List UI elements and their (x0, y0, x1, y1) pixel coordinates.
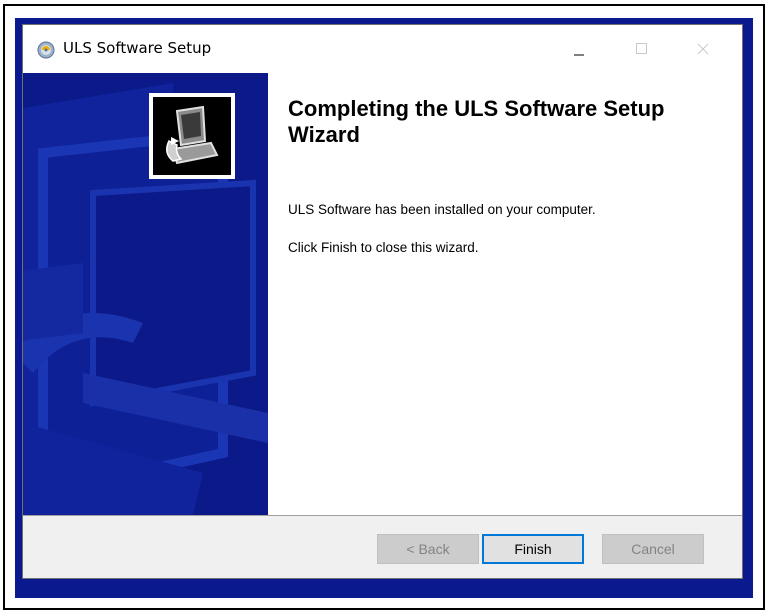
finish-instruction: Click Finish to close this wizard. (288, 240, 479, 255)
minimize-icon (574, 54, 584, 56)
close-icon (697, 43, 709, 55)
close-button[interactable] (673, 25, 733, 73)
back-button[interactable]: < Back (377, 534, 479, 564)
title-bar[interactable]: ULS Software Setup (23, 25, 742, 73)
setup-computer-logo (149, 93, 235, 179)
window-title: ULS Software Setup (63, 39, 212, 57)
wizard-footer: < Back Finish Cancel (23, 516, 742, 578)
finish-button[interactable]: Finish (482, 534, 584, 564)
wizard-heading: Completing the ULS Software Setup Wizard (288, 96, 665, 147)
cancel-button[interactable]: Cancel (602, 534, 704, 564)
maximize-icon (636, 43, 647, 54)
setup-app-icon (37, 41, 55, 59)
minimize-button[interactable] (549, 25, 609, 73)
computer-install-icon (153, 97, 231, 175)
setup-window: ULS Software Setup Completing the ULS So… (22, 24, 743, 579)
wizard-content: Completing the ULS Software Setup Wizard… (268, 73, 742, 515)
maximize-button[interactable] (611, 25, 671, 73)
wizard-side-banner (23, 73, 268, 515)
installed-message: ULS Software has been installed on your … (288, 202, 596, 217)
